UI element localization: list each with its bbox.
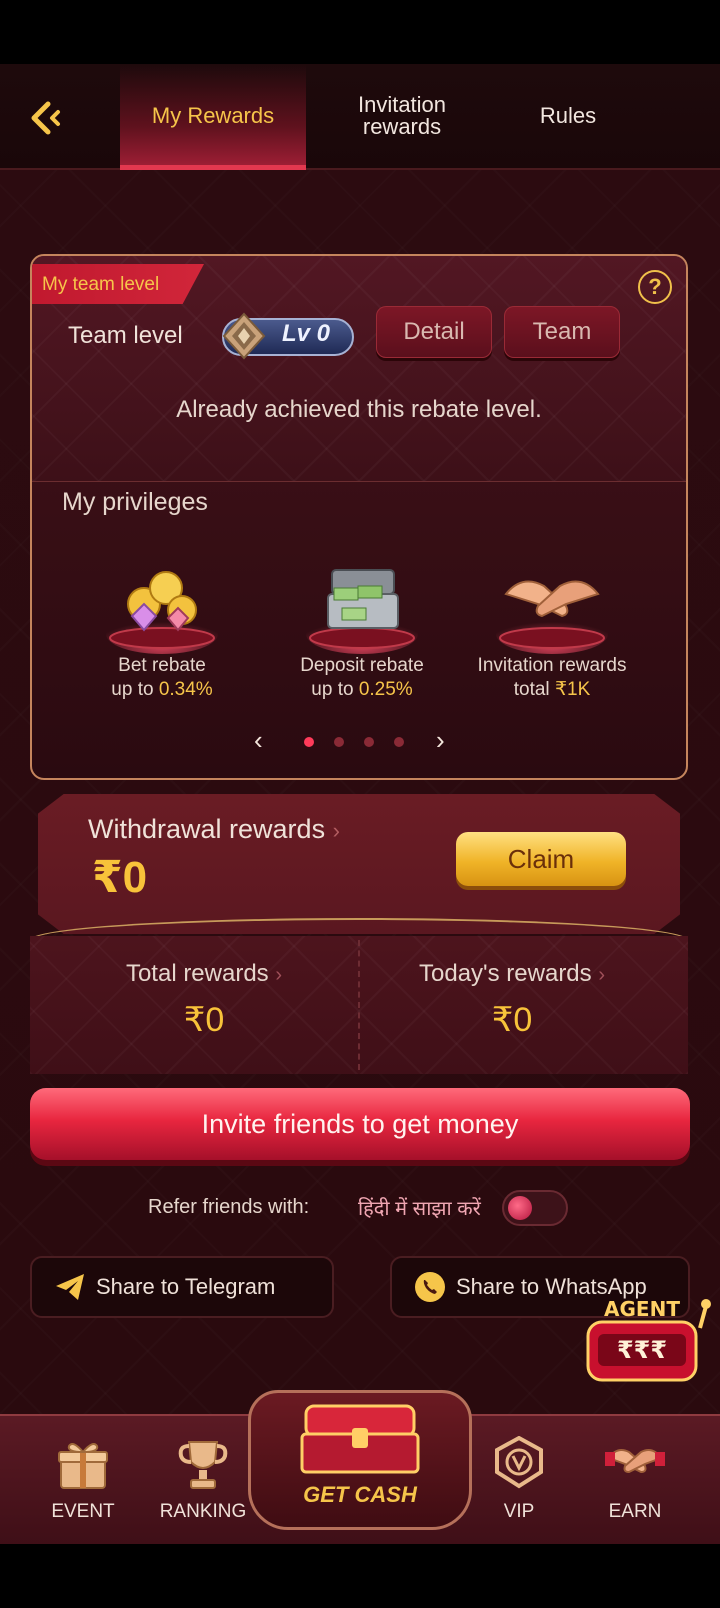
detail-button[interactable]: Detail [376,306,492,358]
share-telegram-label: Share to Telegram [96,1274,276,1299]
privilege-bet-rebate-value: 0.34% [158,679,213,700]
pager-prev-icon[interactable]: ‹ [254,726,263,754]
todays-rewards-label: Today's rewards [419,960,592,987]
cash-chest-icon [302,544,422,654]
coins-gems-icon [102,544,222,654]
system-nav-area [0,1544,720,1608]
privilege-bet-rebate: Bet rebate up to 0.34% [62,544,262,712]
status-bar [0,0,720,64]
tab-rules-label: Rules [539,103,597,128]
level-badge-text: Lv 0 [282,320,331,347]
privilege-deposit-rebate-title: Deposit rebate [300,655,424,676]
team-level-label: Team level [68,322,183,349]
agent-symbols: ₹₹₹ [617,1336,667,1364]
pager-dot[interactable] [304,737,314,747]
nav-earn-label: EARN [608,1501,662,1522]
nav-vip-label: VIP [503,1501,535,1522]
rebate-status-text: Already achieved this rebate level. [176,396,542,423]
pager-next-icon[interactable]: › [436,726,445,754]
vip-badge-icon [495,1435,543,1489]
privilege-invitation-rewards: Invitation rewards total ₹1K [452,544,652,712]
pager-dot[interactable] [334,737,344,747]
agent-text: AGENT [604,1297,680,1321]
privilege-bet-rebate-title: Bet rebate [118,655,206,676]
agent-floating-button[interactable]: AGENT ₹₹₹ [574,1292,714,1392]
privilege-invitation-rewards-value: ₹1K [554,679,591,700]
top-header: My Rewards Invitation rewards Rules [0,64,720,170]
trophy-icon [178,1441,228,1489]
tab-invitation-line2: rewards [362,114,442,139]
total-rewards-link[interactable]: Total rewards › [44,960,364,988]
claim-button[interactable]: Claim [456,832,626,886]
privilege-deposit-rebate-label: Deposit rebate up to 0.25% [262,654,462,702]
privilege-invitation-rewards-prefix: total [513,679,555,700]
nav-vip[interactable]: VIP [464,1435,574,1536]
back-arrow-icon [31,101,60,135]
privilege-deposit-rebate-prefix: up to [311,679,359,700]
team-button[interactable]: Team [504,306,620,358]
privilege-bet-rebate-prefix: up to [111,679,159,700]
whatsapp-icon [415,1272,445,1302]
gift-icon [58,1443,108,1489]
privileges-title: My privileges [62,488,208,516]
share-telegram-button[interactable]: Share to Telegram [30,1256,334,1318]
total-rewards-label: Total rewards [125,960,269,987]
refer-label: Refer friends with: [148,1196,310,1218]
handshake-icon [605,1449,665,1474]
privilege-bet-rebate-label: Bet rebate up to 0.34% [62,654,262,702]
back-button[interactable] [26,98,66,138]
team-level-card: My team level ? Team level Lv 0 Detail T… [30,254,688,780]
treasure-chest-icon [300,1404,420,1474]
pager-dot[interactable] [364,737,374,747]
team-level-ribbon: My team level [32,264,204,304]
withdrawal-amount: ₹0 [92,853,148,902]
tab-my-rewards[interactable]: My Rewards [120,64,306,170]
agent-slot-icon: AGENT ₹₹₹ [586,1297,711,1382]
pager-dot[interactable] [394,737,404,747]
withdrawal-title: Withdrawal rewards [88,814,326,844]
level-gem-icon [222,312,266,360]
refer-hindi-label: हिंदी में साझा करें [358,1198,481,1220]
nav-event-label: EVENT [51,1501,115,1522]
telegram-icon [56,1274,84,1300]
chevron-right-icon: › [332,818,340,843]
invite-friends-button[interactable]: Invite friends to get money [30,1088,690,1160]
privilege-deposit-rebate-value: 0.25% [358,679,413,700]
privileges-pager: ‹ › [32,726,686,756]
tab-rules[interactable]: Rules [500,64,636,168]
toggle-knob [508,1196,532,1220]
tab-invitation-rewards-label: Invitation rewards [358,94,446,138]
chevron-right-icon: › [275,964,283,986]
help-icon[interactable]: ? [638,270,672,304]
nav-get-cash-label: GET CASH [303,1482,417,1507]
withdrawal-rewards-link[interactable]: Withdrawal rewards › [88,814,340,845]
hindi-share-toggle[interactable] [502,1190,568,1226]
nav-event[interactable]: EVENT [28,1436,138,1536]
privilege-deposit-rebate: Deposit rebate up to 0.25% [262,544,462,712]
nav-ranking-label: RANKING [159,1501,247,1522]
privilege-invitation-rewards-label: Invitation rewards total ₹1K [452,654,652,702]
nav-earn[interactable]: EARN [580,1436,690,1536]
chevron-right-icon: › [598,964,605,986]
handshake-icon [492,544,612,654]
tab-my-rewards-label: My Rewards [151,103,275,128]
todays-rewards-link[interactable]: Today's rewards › [352,960,672,988]
nav-ranking[interactable]: RANKING [148,1436,258,1536]
todays-rewards-value: ₹0 [491,1001,533,1039]
tab-invitation-rewards[interactable]: Invitation rewards [322,64,482,168]
privilege-invitation-rewards-title: Invitation rewards [477,655,627,676]
total-rewards-value: ₹0 [183,1001,225,1039]
